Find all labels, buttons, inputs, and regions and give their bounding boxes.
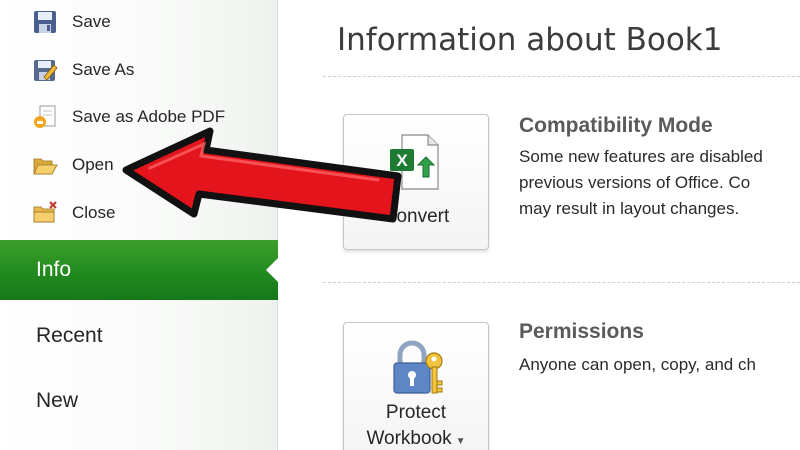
save-as-command[interactable]: Save As (32, 50, 262, 90)
tab-new[interactable]: New (0, 371, 278, 431)
workbook-dropdown-label: Workbook ▼ (344, 427, 488, 450)
permissions-heading: Permissions (519, 320, 644, 343)
pdf-icon (34, 105, 56, 128)
folder-open-icon (33, 158, 58, 175)
divider (323, 76, 800, 77)
close-label: Close (72, 203, 116, 222)
close-command[interactable]: Close (32, 193, 262, 233)
tab-info-label: Info (36, 258, 72, 281)
backstage-sidebar: Save Save As Save as Adobe PDF Open Clos… (0, 0, 278, 450)
tab-info[interactable]: Info (0, 240, 278, 300)
save-as-icon (34, 60, 58, 81)
compatibility-heading: Compatibility Mode (519, 114, 713, 137)
convert-button[interactable]: X Convert (343, 114, 489, 250)
save-as-pdf-command[interactable]: Save as Adobe PDF (32, 97, 262, 137)
convert-label: Convert (382, 206, 450, 227)
tab-recent[interactable]: Recent (0, 306, 278, 366)
excel-convert-icon: X (390, 134, 439, 190)
info-panel: Information about Book1 X Convert Compat… (279, 0, 800, 450)
workbook-label: Workbook (366, 428, 452, 449)
selected-tab-notch (266, 258, 278, 282)
save-command[interactable]: Save (32, 2, 262, 42)
save-as-pdf-label: Save as Adobe PDF (72, 107, 226, 126)
compatibility-text-line: previous versions of Office. Co (519, 173, 751, 192)
compatibility-text-line: may result in layout changes. (519, 199, 740, 218)
folder-close-icon (33, 201, 57, 223)
page-title: Information about Book1 (337, 22, 723, 58)
open-command[interactable]: Open (32, 145, 262, 185)
save-as-label: Save As (72, 60, 135, 79)
protect-workbook-button[interactable]: Protect Workbook ▼ (343, 322, 489, 450)
permissions-text-line: Anyone can open, copy, and ch (519, 355, 756, 374)
open-label: Open (72, 155, 114, 174)
tab-recent-label: Recent (36, 324, 103, 347)
dropdown-arrow-icon: ▼ (455, 436, 466, 447)
save-icon (34, 11, 56, 33)
save-label: Save (72, 12, 111, 31)
padlock-key-icon (393, 340, 443, 394)
divider (323, 282, 800, 283)
protect-label: Protect (385, 402, 447, 423)
tab-new-label: New (36, 389, 79, 412)
svg-text:X: X (396, 151, 408, 170)
compatibility-text-line: Some new features are disabled (519, 147, 763, 166)
